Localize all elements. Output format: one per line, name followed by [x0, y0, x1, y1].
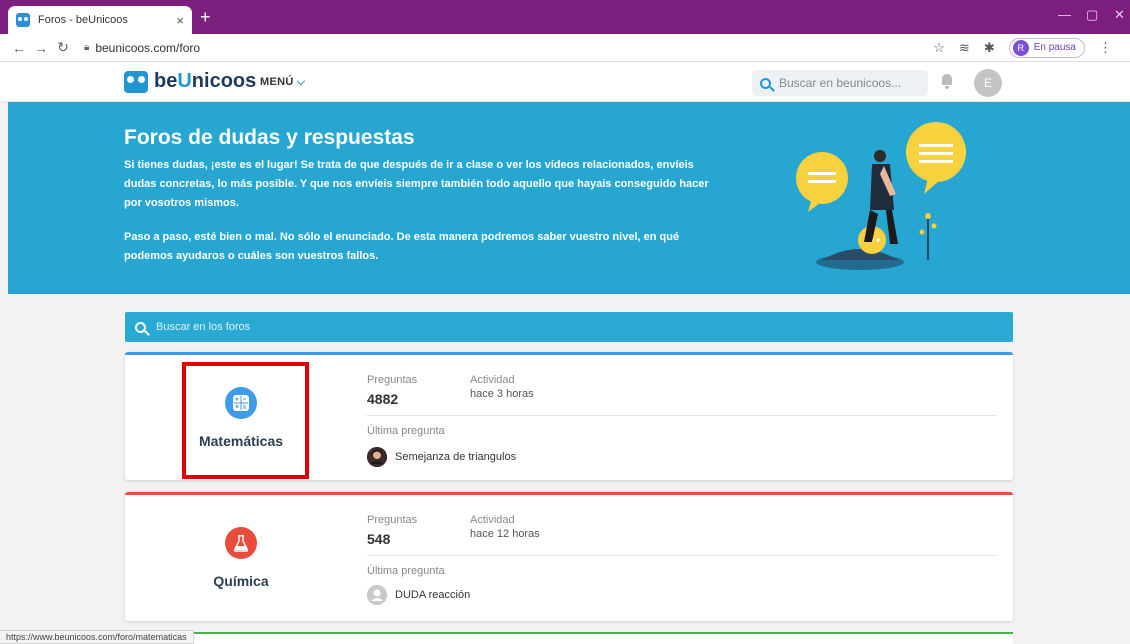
questions-count: 4882: [367, 391, 399, 407]
last-question-author-avatar: [367, 447, 387, 467]
profile-button[interactable]: R En pausa: [1008, 37, 1085, 58]
site-header: be Unicoos MENÚ ⌵ Buscar en beunicoos... E: [0, 62, 1130, 102]
last-question-label: Última pregunta: [367, 425, 445, 437]
activity-label: Actividad: [470, 374, 515, 386]
maximize-icon[interactable]: ▢: [1086, 7, 1098, 23]
site-favicon-icon: [16, 13, 30, 27]
user-avatar[interactable]: E: [974, 69, 1002, 97]
star-bookmark-icon[interactable]: ☆: [933, 40, 945, 56]
forum-name[interactable]: Química: [125, 573, 357, 589]
last-question-label: Última pregunta: [367, 565, 445, 577]
highlight-box: [182, 362, 309, 479]
reload-icon[interactable]: ↻: [52, 39, 74, 56]
new-tab-button[interactable]: +: [200, 8, 211, 26]
search-icon: [760, 77, 771, 89]
search-icon: [135, 321, 146, 333]
questions-label: Preguntas: [367, 374, 418, 386]
logo-text-rest: nicoos: [191, 70, 257, 92]
card-divider: [367, 555, 997, 556]
address-bar: ← → ↻ 🔒︎ beunicoos.com/foro ☆ ≋ ✱ R En p…: [0, 34, 1130, 62]
back-arrow-icon[interactable]: ←: [8, 40, 30, 56]
tab-title: Foros - beUnicoos: [38, 14, 128, 26]
more-menu-icon[interactable]: ⋮: [1099, 40, 1112, 56]
site-search-input[interactable]: Buscar en beunicoos...: [752, 70, 928, 96]
activity-value: hace 3 horas: [470, 388, 534, 400]
notifications-bell-icon[interactable]: [940, 73, 954, 89]
hero-banner: Foros de dudas y respuestas Si tienes du…: [8, 102, 1130, 294]
chevron-down-icon: ⌵: [296, 76, 306, 88]
forum-search-placeholder: Buscar en los foros: [156, 321, 251, 333]
forum-search-input[interactable]: Buscar en los foros: [125, 312, 1013, 342]
forum-subject[interactable]: Química: [125, 495, 357, 621]
logo-text-be: be: [154, 70, 178, 92]
tab-close-button[interactable]: ×: [176, 13, 184, 28]
last-question-link[interactable]: Semejanza de triangulos: [395, 451, 516, 463]
browser-tab-bar: Foros - beUnicoos × + — ▢ ✕: [0, 0, 1130, 34]
status-url-preview: https://www.beunicoos.com/foro/matematic…: [0, 630, 194, 644]
flask-icon: [225, 527, 257, 559]
hero-paragraph-2: Paso a paso, esté bien o mal. No sólo el…: [124, 231, 680, 262]
profile-status: En pausa: [1033, 42, 1076, 53]
site-search-placeholder: Buscar en beunicoos...: [779, 76, 902, 90]
extension-layers-icon[interactable]: ≋: [959, 40, 970, 56]
puzzle-extensions-icon[interactable]: ✱: [984, 40, 995, 56]
activity-label: Actividad: [470, 514, 515, 526]
profile-avatar: R: [1012, 39, 1029, 56]
logo-mark-icon: [124, 70, 148, 93]
activity-value: hace 12 horas: [470, 528, 540, 540]
lock-icon: 🔒︎: [84, 42, 90, 53]
logo-text-u: U: [177, 70, 192, 92]
thinking-person-illustration: [796, 122, 966, 270]
card-divider: [367, 415, 997, 416]
close-window-icon[interactable]: ✕: [1114, 7, 1125, 23]
url-field[interactable]: 🔒︎ beunicoos.com/foro: [84, 41, 933, 55]
last-question-link[interactable]: DUDA reacción: [395, 589, 470, 601]
forward-arrow-icon[interactable]: →: [30, 40, 52, 56]
main-menu-button[interactable]: MENÚ ⌵: [260, 76, 305, 89]
questions-count: 548: [367, 531, 391, 547]
minimize-icon[interactable]: —: [1058, 7, 1071, 22]
hero-paragraph-1: Si tienes dudas, ¡este es el lugar! Se t…: [124, 159, 709, 209]
forum-card-quimica[interactable]: Química Preguntas 548 Actividad hace 12 …: [125, 492, 1013, 621]
url-text: beunicoos.com/foro: [95, 40, 201, 55]
page-title: Foros de dudas y respuestas: [124, 126, 415, 149]
site-logo[interactable]: be Unicoos: [124, 70, 256, 93]
questions-label: Preguntas: [367, 514, 418, 526]
forum-card-next[interactable]: [125, 632, 1013, 644]
menu-label: MENÚ: [260, 76, 294, 88]
browser-tab[interactable]: Foros - beUnicoos ×: [8, 6, 192, 34]
last-question-author-avatar: [367, 585, 387, 605]
